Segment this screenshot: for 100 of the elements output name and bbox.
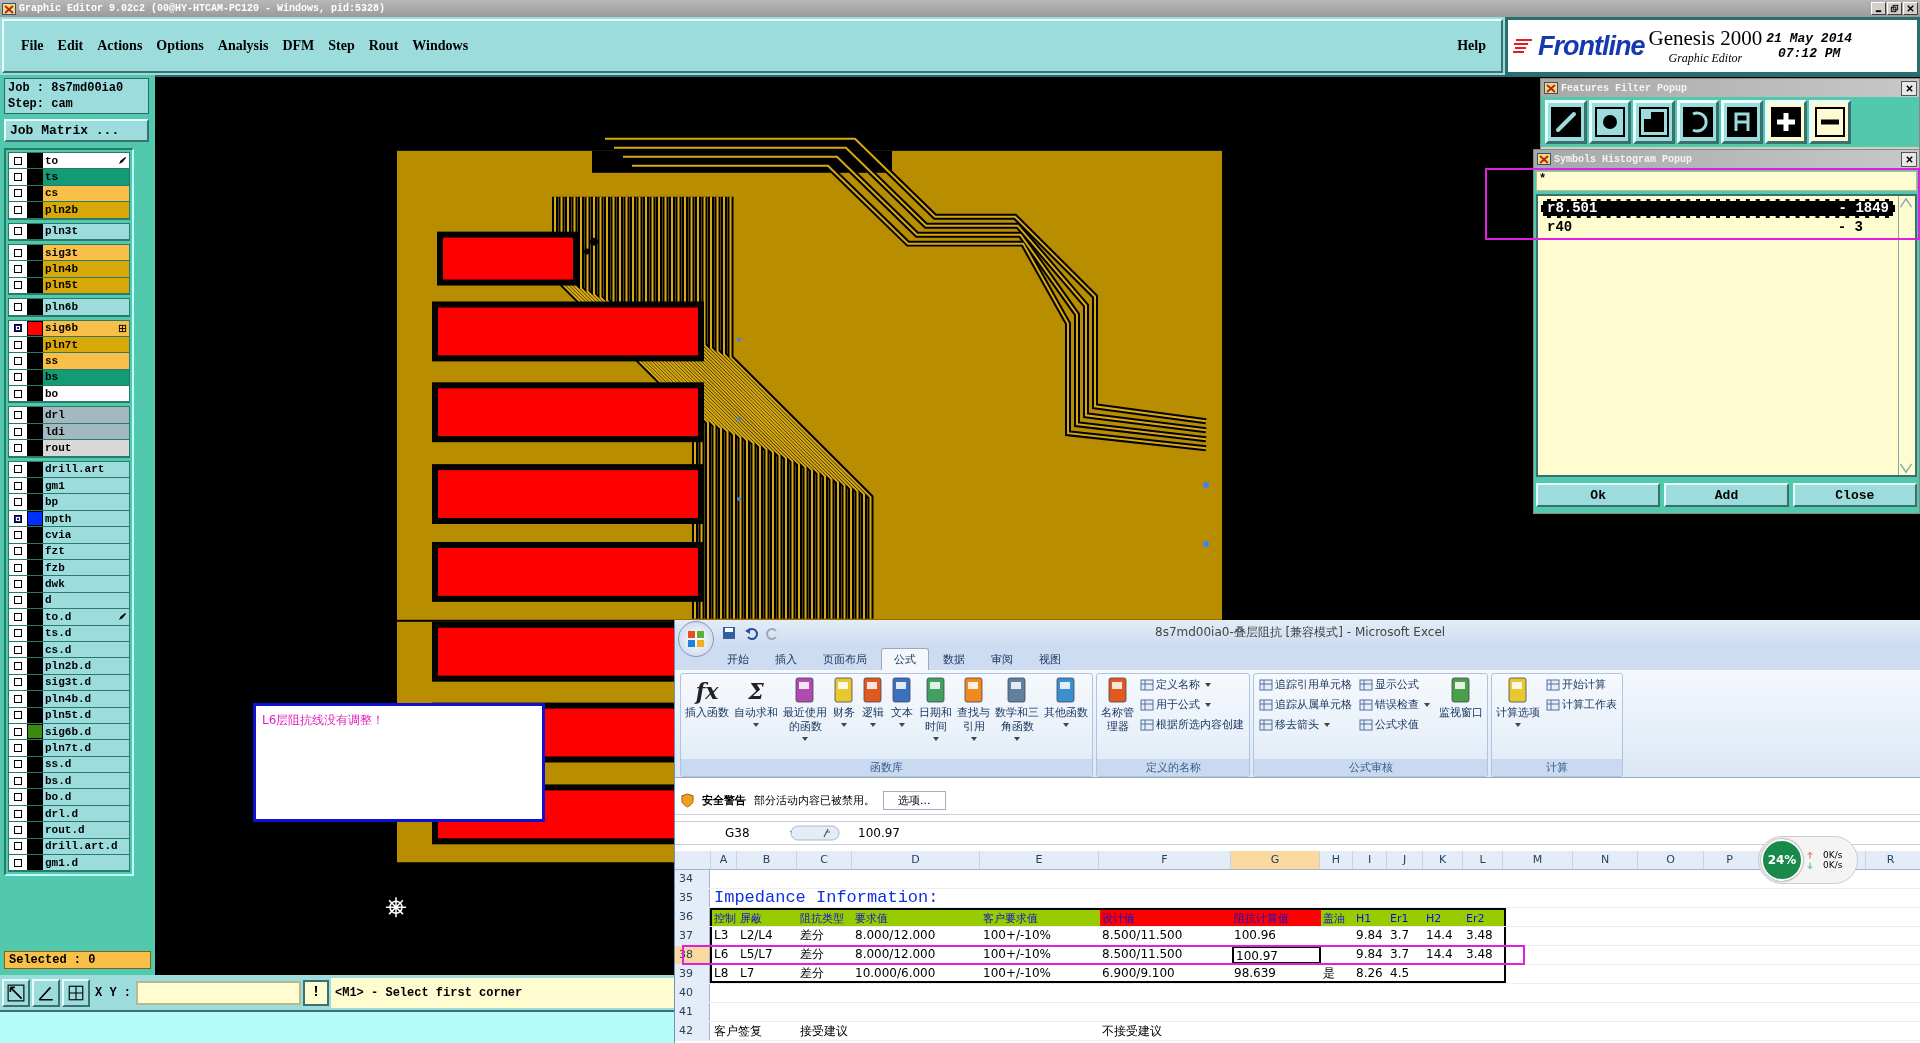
layer-label[interactable]: drill.art: [43, 461, 129, 478]
layer-label[interactable]: pln7t.d: [43, 740, 129, 756]
layer-checkbox[interactable]: [14, 173, 22, 182]
column-header[interactable]: O: [1637, 851, 1703, 869]
menu-item[interactable]: Actions: [90, 38, 150, 54]
layer-checkbox[interactable]: [14, 324, 22, 333]
layer-checkbox[interactable]: [14, 340, 22, 349]
layer-checkbox[interactable]: [14, 205, 22, 214]
layer-checkbox[interactable]: [14, 265, 22, 274]
column-header[interactable]: C: [796, 851, 851, 869]
minimize-button[interactable]: [1871, 2, 1886, 15]
layer-label[interactable]: sig6b: [43, 320, 129, 336]
symbol-row[interactable]: r8.501 - 1849: [1541, 199, 1895, 218]
menu-item[interactable]: DFM: [275, 38, 322, 54]
ribbon-button[interactable]: 追踪引用单元格: [1256, 676, 1355, 693]
layer-checkbox[interactable]: [14, 465, 22, 474]
layer-checkbox[interactable]: [14, 727, 22, 736]
row-header[interactable]: 41: [675, 1003, 710, 1021]
layer-checkbox[interactable]: [14, 498, 22, 507]
menu-item[interactable]: Edit: [50, 38, 91, 54]
layer-checkbox[interactable]: [14, 530, 22, 539]
row-header[interactable]: 39: [675, 965, 710, 983]
tool-button[interactable]: [2, 978, 30, 1007]
column-header[interactable]: M: [1502, 851, 1572, 869]
layer-checkbox[interactable]: [14, 373, 22, 382]
ribbon-button[interactable]: 其他函数: [1042, 676, 1090, 730]
row-header[interactable]: 36: [675, 908, 710, 926]
save-icon[interactable]: [722, 625, 736, 640]
ribbon-tab[interactable]: 数据: [931, 649, 977, 670]
restore-button[interactable]: [1887, 2, 1902, 15]
ribbon-tab[interactable]: 公式: [881, 648, 929, 670]
column-header[interactable]: I: [1352, 851, 1386, 869]
layer-label[interactable]: rout.d: [43, 822, 129, 838]
layer-checkbox[interactable]: [14, 678, 22, 687]
layer-checkbox[interactable]: [14, 580, 22, 589]
filter-button[interactable]: [1677, 100, 1719, 144]
layer-label[interactable]: drl: [43, 407, 129, 423]
ribbon-button[interactable]: 用于公式: [1137, 696, 1247, 713]
layer-label[interactable]: ts: [43, 169, 129, 185]
ribbon-button[interactable]: 名称管理器: [1099, 676, 1136, 734]
layer-checkbox[interactable]: [14, 629, 22, 638]
row-header[interactable]: 40: [675, 984, 710, 1002]
layer-checkbox[interactable]: [14, 743, 22, 752]
layer-checkbox[interactable]: [14, 481, 22, 490]
column-header[interactable]: E: [979, 851, 1098, 869]
menu-item[interactable]: Step: [321, 38, 362, 54]
row-header[interactable]: 34: [675, 870, 710, 888]
menu-item[interactable]: Windows: [405, 38, 476, 54]
ribbon-button[interactable]: 查找与引用: [955, 676, 992, 744]
layer-checkbox[interactable]: [14, 842, 22, 851]
layer-label[interactable]: pln2b: [43, 202, 129, 218]
layer-checkbox[interactable]: [14, 776, 22, 785]
ribbon-button[interactable]: 文本: [888, 676, 916, 730]
layer-checkbox[interactable]: [14, 858, 22, 867]
ribbon-tab[interactable]: 视图: [1027, 649, 1073, 670]
column-header[interactable]: J: [1386, 851, 1422, 869]
layer-checkbox[interactable]: [14, 227, 22, 236]
alert-button[interactable]: !: [303, 979, 329, 1006]
filter-button[interactable]: [1809, 100, 1851, 144]
menu-item[interactable]: Analysis: [210, 38, 276, 54]
job-matrix-button[interactable]: Job Matrix ...: [4, 119, 149, 142]
filter-button[interactable]: [1721, 100, 1763, 144]
row-header[interactable]: 37: [675, 927, 710, 945]
options-button[interactable]: 选项...: [883, 790, 946, 810]
layer-checkbox[interactable]: [14, 825, 22, 834]
ribbon-button[interactable]: 最近使用的函数: [781, 676, 829, 744]
layer-checkbox[interactable]: [14, 793, 22, 802]
filter-button[interactable]: [1633, 100, 1675, 144]
layer-label[interactable]: rout: [43, 440, 129, 456]
ribbon-button[interactable]: 定义名称: [1137, 676, 1247, 693]
layer-label[interactable]: to.d: [43, 609, 129, 625]
tool-button[interactable]: [32, 978, 60, 1007]
scrollbar[interactable]: [1898, 196, 1915, 475]
popup-button[interactable]: Add: [1664, 483, 1789, 507]
ribbon-tab[interactable]: 插入: [763, 649, 809, 670]
layer-checkbox[interactable]: [14, 189, 22, 198]
ribbon-button[interactable]: 公式求值: [1356, 716, 1436, 733]
layer-label[interactable]: dwk: [43, 576, 129, 592]
menu-item[interactable]: Rout: [361, 38, 406, 54]
column-header[interactable]: A: [710, 851, 736, 869]
filter-button[interactable]: [1545, 100, 1587, 144]
column-header[interactable]: H: [1319, 851, 1352, 869]
row-header[interactable]: 42: [675, 1022, 710, 1040]
coordinate-field[interactable]: [136, 980, 301, 1005]
formula-field[interactable]: 100.97: [840, 826, 900, 840]
close-button[interactable]: [1901, 80, 1917, 96]
popup-button[interactable]: Ok: [1536, 483, 1661, 507]
layer-checkbox[interactable]: [14, 760, 22, 769]
layer-checkbox[interactable]: [14, 427, 22, 436]
column-header[interactable]: B: [736, 851, 796, 869]
menu-item[interactable]: File: [14, 38, 51, 54]
help-menu[interactable]: Help: [1450, 38, 1493, 54]
ribbon-button[interactable]: 根据所选内容创建: [1137, 716, 1247, 733]
ribbon-button[interactable]: 逻辑: [859, 676, 887, 730]
ribbon-button[interactable]: 监视窗口: [1437, 676, 1485, 720]
symbol-row[interactable]: r40 - 3: [1541, 218, 1895, 237]
ribbon-button[interactable]: 追踪从属单元格: [1256, 696, 1355, 713]
menu-item[interactable]: Options: [149, 38, 211, 54]
layer-checkbox[interactable]: [14, 281, 22, 290]
layer-label[interactable]: pln3t: [43, 223, 129, 239]
